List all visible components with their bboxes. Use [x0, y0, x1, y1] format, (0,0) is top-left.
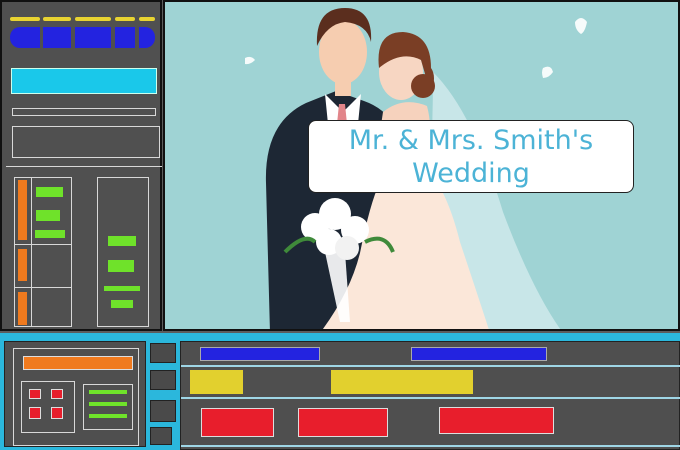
track-separator [181, 445, 680, 447]
color-swatch[interactable] [51, 407, 63, 419]
clip-inspector [4, 341, 146, 447]
title-clip[interactable] [200, 347, 320, 361]
description-box[interactable] [12, 126, 160, 158]
asset-divider [14, 287, 72, 288]
bride-bun [411, 74, 435, 98]
toolbar-marker [139, 17, 155, 21]
timeline-tool-button[interactable] [150, 427, 172, 445]
title-line-1: Mr. & Mrs. Smith's [348, 125, 594, 156]
audio-clip[interactable] [298, 408, 388, 437]
property-line [89, 402, 127, 406]
color-swatch[interactable] [29, 407, 41, 419]
asset-divider [14, 244, 72, 245]
effect-item[interactable] [104, 286, 140, 291]
audio-clip[interactable] [201, 408, 274, 437]
toolbar-button-3[interactable] [75, 27, 111, 48]
asset-tag [36, 187, 63, 197]
asset-tag [35, 230, 65, 238]
toolbar-marker [10, 17, 40, 21]
property-line [89, 390, 127, 394]
video-clip[interactable] [331, 370, 473, 394]
property-line [89, 414, 127, 418]
asset-thumb[interactable] [18, 180, 27, 240]
petal [245, 56, 255, 65]
toolbar-marker [115, 17, 135, 21]
track-separator [181, 397, 680, 399]
petal [575, 18, 587, 34]
toolbar-button-1[interactable] [10, 27, 40, 48]
track-separator [181, 365, 680, 367]
video-clip[interactable] [190, 370, 243, 394]
toolbar-button-4[interactable] [115, 27, 135, 48]
audio-clip[interactable] [439, 407, 554, 434]
asset-divider [31, 177, 32, 327]
clip-header-bar[interactable] [23, 356, 133, 370]
toolbar-button-2[interactable] [43, 27, 71, 48]
asset-thumb[interactable] [18, 292, 27, 325]
timeline-tool-button[interactable] [150, 370, 176, 390]
color-swatch[interactable] [29, 389, 41, 399]
color-swatch[interactable] [51, 389, 63, 399]
divider [6, 166, 162, 167]
effect-item[interactable] [111, 300, 133, 308]
title-line-2: Wedding [412, 158, 530, 189]
petal [542, 66, 553, 78]
timeline[interactable] [180, 341, 680, 450]
toolbar-marker [75, 17, 111, 21]
effect-item[interactable] [108, 236, 136, 246]
asset-tag [36, 210, 60, 221]
timeline-tool-button[interactable] [150, 343, 176, 363]
timeline-tool-button[interactable] [150, 400, 176, 422]
toolbar-marker [43, 17, 71, 21]
groom-neck [335, 82, 351, 96]
name-field[interactable] [11, 68, 157, 94]
left-panel [0, 0, 162, 331]
progress-slider[interactable] [12, 108, 156, 116]
asset-thumb[interactable] [18, 249, 27, 281]
toolbar-button-5[interactable] [139, 27, 155, 48]
effect-item[interactable] [108, 260, 134, 272]
title-card[interactable]: Mr. & Mrs. Smith's Wedding [308, 120, 634, 193]
title-clip[interactable] [411, 347, 547, 361]
